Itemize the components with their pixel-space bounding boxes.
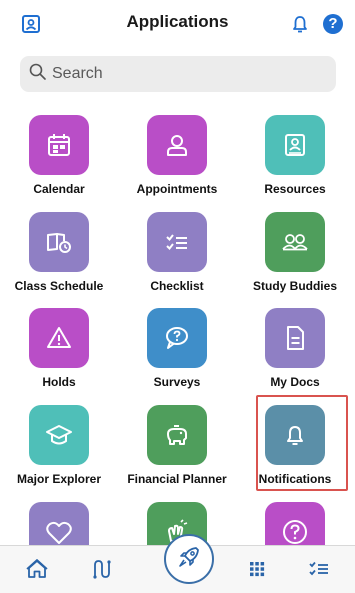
app-label: Resources (264, 182, 326, 196)
grid-icon[interactable] (244, 556, 270, 582)
rocket-icon (176, 544, 202, 575)
app-holds[interactable]: Holds (0, 308, 118, 404)
app-label: Appointments (136, 182, 218, 196)
id-card-icon (265, 115, 325, 175)
checklist-icon[interactable] (306, 556, 332, 582)
app-calendar[interactable]: Calendar (0, 115, 118, 211)
app-label: Study Buddies (252, 279, 337, 293)
app-surveys[interactable]: Surveys (118, 308, 236, 404)
piggy-bank-icon (147, 405, 207, 465)
app-major-explorer[interactable]: Major Explorer (0, 405, 118, 501)
applications-screen: Applications ? Search Calendar Appointme… (0, 0, 355, 593)
app-financial-planner[interactable]: Financial Planner (118, 405, 236, 501)
app-study-buddies[interactable]: Study Buddies (236, 212, 354, 308)
app-label: Holds (42, 375, 76, 389)
document-icon (265, 308, 325, 368)
app-my-docs[interactable]: My Docs (236, 308, 354, 404)
app-label: Surveys (153, 375, 201, 389)
app-label: Major Explorer (16, 472, 102, 486)
home-icon[interactable] (24, 556, 50, 582)
app-label: My Docs (270, 375, 320, 389)
person-icon (147, 115, 207, 175)
app-label: Class Schedule (14, 279, 104, 293)
app-label: Financial Planner (127, 472, 227, 486)
calendar-icon (29, 115, 89, 175)
book-clock-icon (29, 212, 89, 272)
notifications-highlight (256, 395, 348, 491)
app-class-schedule[interactable]: Class Schedule (0, 212, 118, 308)
people-icon (265, 212, 325, 272)
warning-icon (29, 308, 89, 368)
app-label: Checklist (150, 279, 204, 293)
chat-question-icon (147, 308, 207, 368)
app-grid: Calendar Appointments Resources Class Sc… (0, 0, 355, 562)
app-label: Calendar (33, 182, 85, 196)
app-appointments[interactable]: Appointments (118, 115, 236, 211)
rocket-button[interactable] (164, 534, 214, 584)
checklist-icon (147, 212, 207, 272)
app-resources[interactable]: Resources (236, 115, 354, 211)
route-icon[interactable] (88, 556, 114, 582)
graduation-cap-icon (29, 405, 89, 465)
app-checklist[interactable]: Checklist (118, 212, 236, 308)
